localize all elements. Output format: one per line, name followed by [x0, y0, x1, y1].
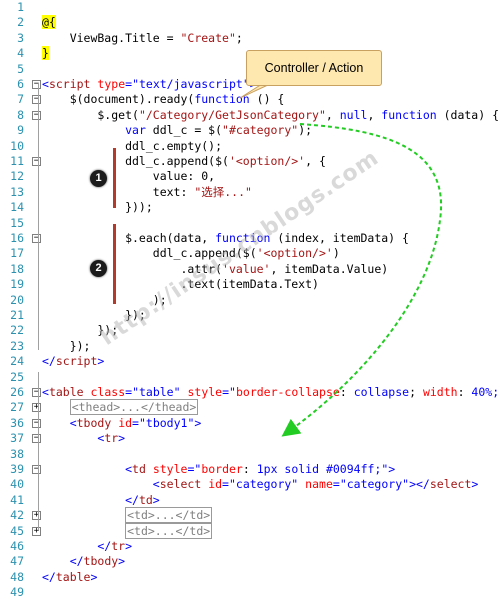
code-token: >: [118, 554, 126, 569]
code-line[interactable]: 47 </tbody>: [0, 554, 500, 569]
code-text: </tbody>: [42, 554, 125, 569]
data-flow-arrow: [281, 123, 443, 437]
line-number: 47: [10, 554, 24, 569]
code-text: </table>: [42, 570, 97, 585]
code-token: </: [42, 554, 84, 569]
code-token: >: [90, 569, 98, 584]
line-number: 49: [10, 585, 24, 600]
code-token: tbody: [83, 554, 119, 569]
callout-pointer: [239, 83, 271, 99]
controller-action-callout: Controller / Action: [246, 50, 382, 86]
code-line[interactable]: 49: [0, 585, 500, 600]
code-token: table: [55, 569, 91, 584]
line-number: 48: [10, 569, 24, 584]
code-token: </: [42, 569, 56, 584]
code-line[interactable]: 48 </table>: [0, 570, 500, 585]
